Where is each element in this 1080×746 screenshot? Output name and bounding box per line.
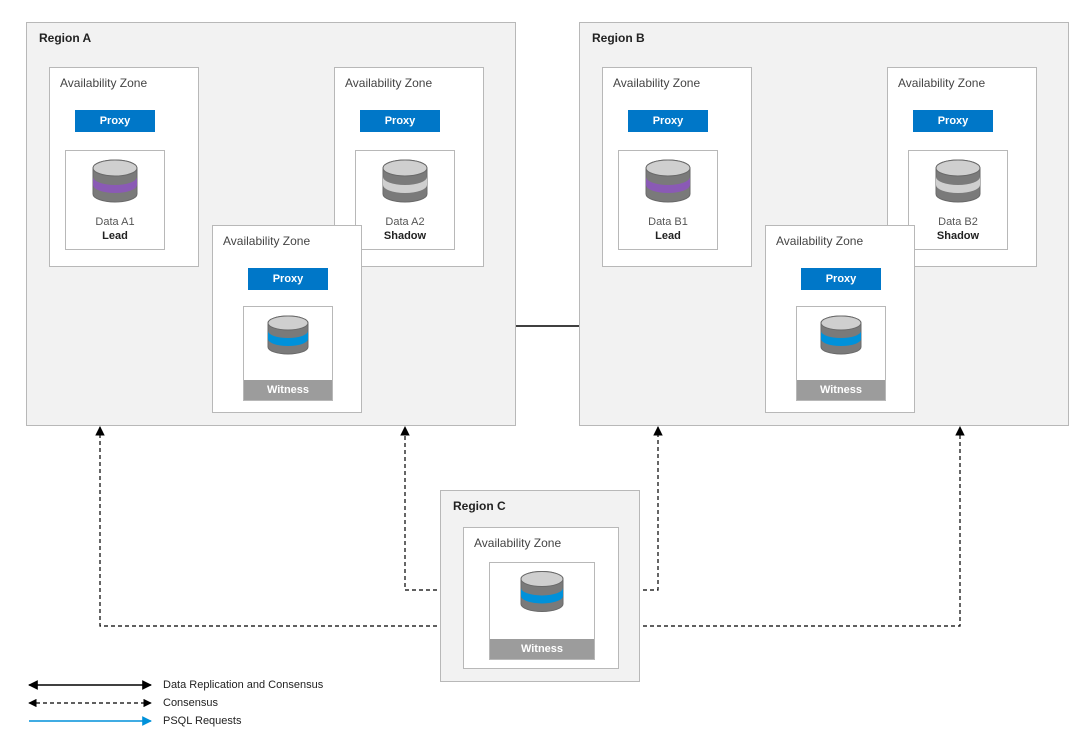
edge-witness-c-b2 — [594, 427, 960, 626]
region-a-title: Region A — [39, 31, 91, 45]
az-a3: Availability Zone Proxy Witness — [212, 225, 362, 413]
az-b3-title: Availability Zone — [776, 234, 863, 248]
database-icon — [642, 159, 694, 211]
witness-a: Witness — [243, 306, 333, 401]
node-a2: Data A2 Shadow — [355, 150, 455, 250]
legend-consensus-label: Consensus — [163, 697, 218, 709]
node-a1-labels: Data A1 Lead — [66, 215, 164, 243]
legend-psql: PSQL Requests — [25, 712, 323, 730]
az-a1: Availability Zone Proxy Data A1 Lead — [49, 67, 199, 267]
node-a1-role: Lead — [102, 230, 128, 242]
database-icon — [379, 159, 431, 211]
node-b1: Data B1 Lead — [618, 150, 718, 250]
proxy-b2: Proxy — [913, 110, 993, 132]
proxy-b3: Proxy — [801, 268, 881, 290]
proxy-b1: Proxy — [628, 110, 708, 132]
witness-c-label: Witness — [490, 639, 594, 659]
legend: Data Replication and Consensus Consensus… — [25, 676, 323, 730]
database-icon — [89, 159, 141, 211]
node-b1-role: Lead — [655, 230, 681, 242]
node-b2-name: Data B2 — [938, 216, 978, 228]
region-c-title: Region C — [453, 499, 506, 513]
legend-consensus: Consensus — [25, 694, 323, 712]
node-b1-name: Data B1 — [648, 216, 688, 228]
region-a: Region A Availability Zone Proxy Data A1… — [26, 22, 516, 426]
witness-b-label: Witness — [797, 380, 885, 400]
witness-b: Witness — [796, 306, 886, 401]
database-icon — [517, 571, 567, 621]
witness-c: Witness — [489, 562, 595, 660]
node-b2: Data B2 Shadow — [908, 150, 1008, 250]
node-a2-labels: Data A2 Shadow — [356, 215, 454, 243]
witness-a-label: Witness — [244, 380, 332, 400]
node-a1-name: Data A1 — [95, 216, 134, 228]
node-b1-labels: Data B1 Lead — [619, 215, 717, 243]
az-b2-title: Availability Zone — [898, 76, 985, 90]
legend-replication: Data Replication and Consensus — [25, 676, 323, 694]
proxy-a2: Proxy — [360, 110, 440, 132]
az-a1-title: Availability Zone — [60, 76, 147, 90]
node-b2-labels: Data B2 Shadow — [909, 215, 1007, 243]
az-a3-title: Availability Zone — [223, 234, 310, 248]
legend-psql-label: PSQL Requests — [163, 715, 241, 727]
database-icon — [932, 159, 984, 211]
edge-witness-c-a1 — [100, 427, 486, 626]
region-b: Region B Availability Zone Proxy Data B1… — [579, 22, 1069, 426]
node-a2-name: Data A2 — [385, 216, 424, 228]
proxy-a1: Proxy — [75, 110, 155, 132]
az-c1: Availability Zone Witness — [463, 527, 619, 669]
az-a2-title: Availability Zone — [345, 76, 432, 90]
az-b1: Availability Zone Proxy Data B1 Lead — [602, 67, 752, 267]
proxy-a3: Proxy — [248, 268, 328, 290]
region-c: Region C Availability Zone Witness — [440, 490, 640, 682]
az-b3: Availability Zone Proxy Witness — [765, 225, 915, 413]
region-b-title: Region B — [592, 31, 645, 45]
database-icon — [817, 315, 865, 363]
node-a1: Data A1 Lead — [65, 150, 165, 250]
az-b1-title: Availability Zone — [613, 76, 700, 90]
node-a2-role: Shadow — [384, 230, 426, 242]
database-icon — [264, 315, 312, 363]
node-b2-role: Shadow — [937, 230, 979, 242]
legend-replication-label: Data Replication and Consensus — [163, 679, 323, 691]
az-c1-title: Availability Zone — [474, 536, 561, 550]
